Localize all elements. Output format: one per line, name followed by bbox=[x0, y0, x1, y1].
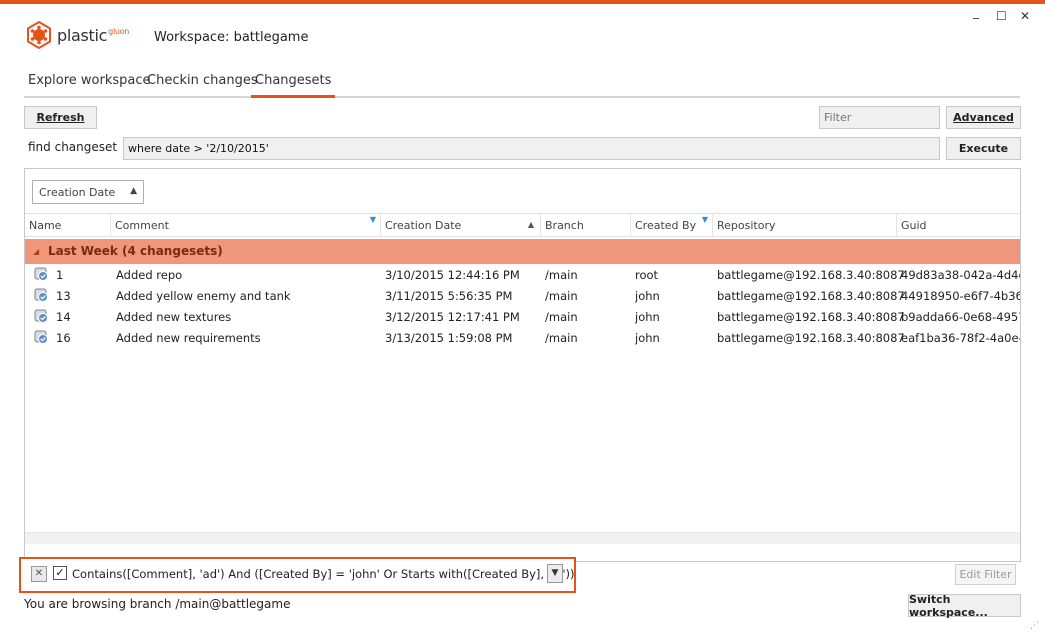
cell-date: 3/10/2015 12:44:16 PM bbox=[385, 268, 520, 282]
cell-date: 3/11/2015 5:56:35 PM bbox=[385, 289, 513, 303]
tab-bar: Explore workspace Checkin changes Change… bbox=[24, 71, 1020, 98]
column-header-creation-date[interactable]: Creation Date ▲ bbox=[381, 214, 541, 237]
find-changeset-label: find changeset bbox=[28, 140, 118, 154]
switch-workspace-button[interactable]: Switch workspace... bbox=[908, 593, 1021, 619]
filter-bar: ✕ ✓ Contains([Comment], 'ad') And ([Crea… bbox=[19, 557, 576, 593]
plastic-logo-icon bbox=[27, 21, 51, 49]
filter-funnel-icon[interactable]: ▼ bbox=[702, 215, 708, 224]
window-top-accent bbox=[0, 0, 1045, 4]
chevron-down-icon[interactable]: ▼ bbox=[547, 564, 563, 583]
cell-guid: b9adda66-0e68-4957 bbox=[901, 310, 1021, 324]
cell-branch: /main bbox=[545, 289, 578, 303]
cell-date: 3/12/2015 12:17:41 PM bbox=[385, 310, 520, 324]
resize-grip-icon[interactable]: ⋰ bbox=[1030, 621, 1039, 631]
maximize-button[interactable]: ☐ bbox=[996, 9, 1007, 23]
group-by-value: Creation Date bbox=[39, 186, 116, 199]
column-header-branch[interactable]: Branch bbox=[541, 214, 631, 237]
changeset-icon bbox=[34, 288, 48, 302]
group-by-dropdown[interactable]: Creation Date ▲ bbox=[32, 180, 144, 204]
cell-branch: /main bbox=[545, 268, 578, 282]
column-header-name[interactable]: Name bbox=[25, 214, 111, 237]
column-header-created-by[interactable]: Created By ▼ bbox=[631, 214, 713, 237]
group-title: Last Week (4 changesets) bbox=[48, 244, 223, 258]
group-row-last-week[interactable]: ◢ Last Week (4 changesets) bbox=[25, 239, 1020, 264]
horizontal-scrollbar[interactable] bbox=[25, 532, 1020, 544]
minimize-button[interactable]: _ bbox=[973, 5, 979, 19]
cell-name: 1 bbox=[56, 268, 64, 282]
filter-input[interactable] bbox=[819, 106, 940, 129]
cell-name: 16 bbox=[56, 331, 71, 345]
edit-filter-button[interactable]: Edit Filter bbox=[955, 564, 1016, 585]
execute-button[interactable]: Execute bbox=[946, 137, 1021, 160]
cell-created-by: john bbox=[635, 289, 660, 303]
column-header-guid[interactable]: Guid bbox=[897, 214, 1020, 237]
cell-created-by: john bbox=[635, 331, 660, 345]
cell-repository: battlegame@192.168.3.40:8087 bbox=[717, 289, 905, 303]
cell-comment: Added new textures bbox=[116, 310, 232, 324]
refresh-button[interactable]: Refresh bbox=[24, 106, 97, 129]
query-input[interactable] bbox=[123, 137, 940, 160]
cell-guid: eaf1ba36-78f2-4a0e-b bbox=[901, 331, 1021, 345]
tab-changesets[interactable]: Changesets bbox=[251, 71, 336, 98]
cell-guid: 49d83a38-042a-4d4c bbox=[901, 268, 1021, 282]
cell-comment: Added repo bbox=[116, 268, 183, 282]
column-header-comment[interactable]: Comment ▼ bbox=[111, 214, 381, 237]
logo-sub: gluon bbox=[108, 27, 130, 37]
refresh-label: Refresh bbox=[36, 111, 85, 124]
advanced-button[interactable]: Advanced bbox=[946, 106, 1021, 129]
changeset-icon bbox=[34, 267, 48, 281]
cell-repository: battlegame@192.168.3.40:8087 bbox=[717, 268, 905, 282]
advanced-label: Advanced bbox=[953, 111, 1014, 124]
cell-guid: 44918950-e6f7-4b36- bbox=[901, 289, 1021, 303]
filter-expression[interactable]: Contains([Comment], 'ad') And ([Created … bbox=[72, 567, 575, 581]
cell-branch: /main bbox=[545, 331, 578, 345]
cell-name: 14 bbox=[56, 310, 71, 324]
logo-text: plasticgluon bbox=[57, 25, 130, 45]
cell-created-by: root bbox=[635, 268, 659, 282]
cell-date: 3/13/2015 1:59:08 PM bbox=[385, 331, 513, 345]
changesets-panel: Creation Date ▲ Name Comment ▼ Creation D… bbox=[24, 168, 1021, 562]
collapse-triangle-icon[interactable]: ◢ bbox=[33, 247, 39, 256]
table-row[interactable]: 16 Added new requirements 3/13/2015 1:59… bbox=[25, 328, 1021, 349]
cell-name: 13 bbox=[56, 289, 71, 303]
changeset-icon bbox=[34, 309, 48, 323]
cell-comment: Added yellow enemy and tank bbox=[116, 289, 291, 303]
filter-funnel-icon[interactable]: ▼ bbox=[370, 215, 376, 224]
changeset-icon bbox=[34, 330, 48, 344]
cell-created-by: john bbox=[635, 310, 660, 324]
cell-comment: Added new requirements bbox=[116, 331, 261, 345]
cell-repository: battlegame@192.168.3.40:8087 bbox=[717, 310, 905, 324]
cell-repository: battlegame@192.168.3.40:8087 bbox=[717, 331, 905, 345]
grid-header: Name Comment ▼ Creation Date ▲ Branch Crea… bbox=[25, 213, 1020, 237]
filter-enabled-checkbox[interactable]: ✓ bbox=[53, 566, 67, 580]
close-button[interactable]: ✕ bbox=[1020, 9, 1030, 23]
table-row[interactable]: 14 Added new textures 3/12/2015 12:17:41… bbox=[25, 307, 1021, 328]
table-row[interactable]: 13 Added yellow enemy and tank 3/11/2015… bbox=[25, 286, 1021, 307]
clear-filter-icon[interactable]: ✕ bbox=[31, 566, 47, 582]
table-row[interactable]: 1 Added repo 3/10/2015 12:44:16 PM /main… bbox=[25, 265, 1021, 286]
cell-branch: /main bbox=[545, 310, 578, 324]
triangle-up-icon: ▲ bbox=[130, 186, 137, 196]
tab-explore-workspace[interactable]: Explore workspace bbox=[24, 71, 155, 96]
tab-checkin-changes[interactable]: Checkin changes bbox=[143, 71, 262, 96]
plastic-logo: plasticgluon bbox=[25, 20, 129, 50]
status-text: You are browsing branch /main@battlegame bbox=[24, 597, 291, 611]
workspace-title: Workspace: battlegame bbox=[154, 30, 309, 45]
column-header-repository[interactable]: Repository bbox=[713, 214, 897, 237]
sort-ascending-icon: ▲ bbox=[527, 220, 534, 229]
